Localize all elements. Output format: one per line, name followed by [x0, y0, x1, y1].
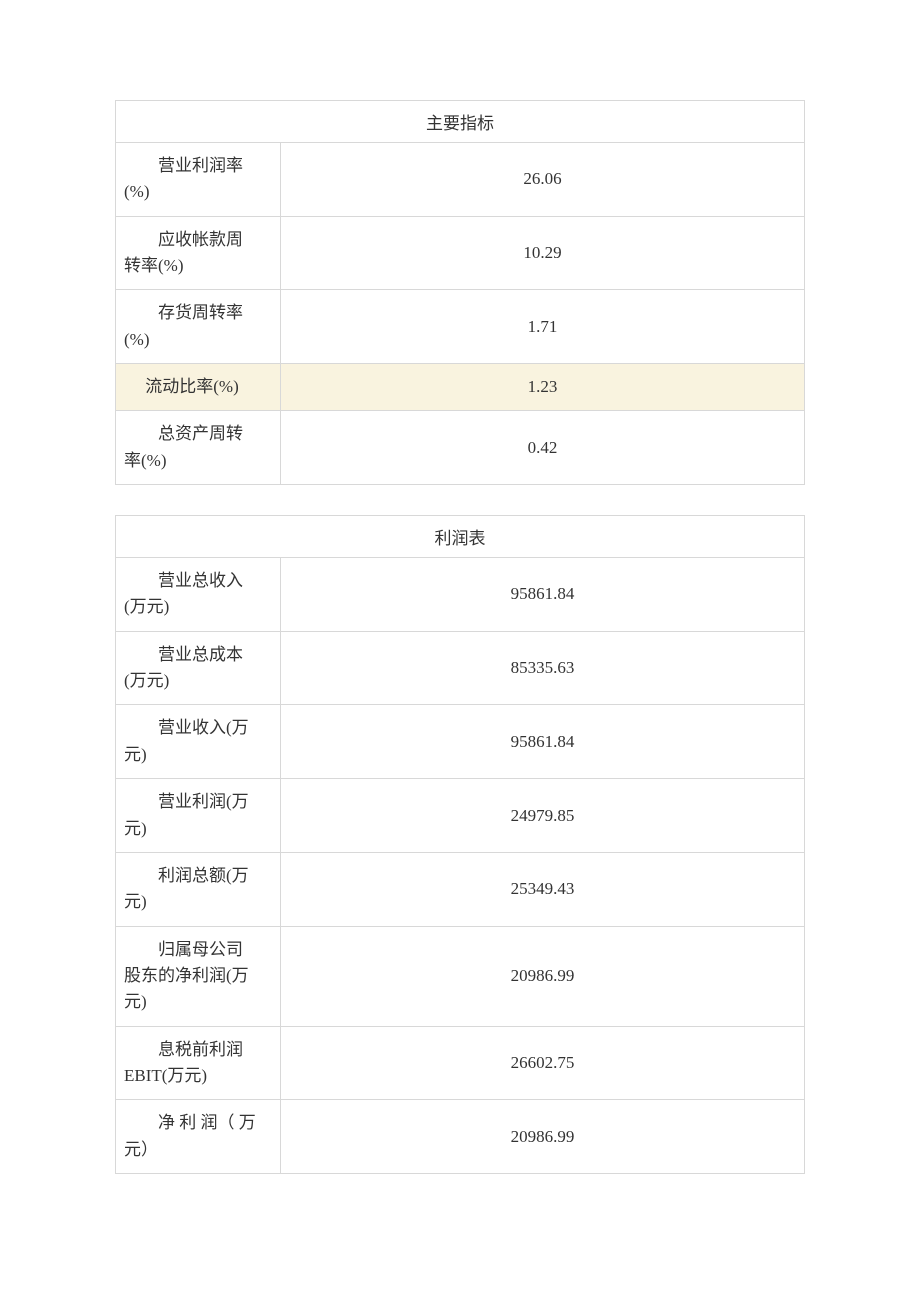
row-value: 25349.43	[281, 852, 805, 926]
row-value: 95861.84	[281, 705, 805, 779]
row-value: 26.06	[281, 143, 805, 217]
row-label: 息税前利润EBIT(万元)	[116, 1026, 281, 1100]
row-value: 1.71	[281, 290, 805, 364]
table-row: 营业总收入(万元)95861.84	[116, 558, 805, 632]
row-label: 营业收入(万元)	[116, 705, 281, 779]
table-row: 应收帐款周转率(%)10.29	[116, 216, 805, 290]
row-label: 营业利润率(%)	[116, 143, 281, 217]
table-title: 主要指标	[116, 101, 805, 143]
row-value: 95861.84	[281, 558, 805, 632]
table-row: 营业总成本(万元)85335.63	[116, 631, 805, 705]
row-label: 营业总成本(万元)	[116, 631, 281, 705]
row-value: 20986.99	[281, 1100, 805, 1174]
table-row: 净 利 润（ 万元）20986.99	[116, 1100, 805, 1174]
row-label: 归属母公司股东的净利润(万元)	[116, 926, 281, 1026]
row-value: 1.23	[281, 364, 805, 411]
row-value: 26602.75	[281, 1026, 805, 1100]
row-value: 24979.85	[281, 779, 805, 853]
row-value: 10.29	[281, 216, 805, 290]
table-row: 存货周转率(%)1.71	[116, 290, 805, 364]
income-statement-table: 利润表 营业总收入(万元)95861.84 营业总成本(万元)85335.63 …	[115, 515, 805, 1174]
table-row: 利润总额(万元)25349.43	[116, 852, 805, 926]
table-row: 归属母公司股东的净利润(万元)20986.99	[116, 926, 805, 1026]
row-value: 85335.63	[281, 631, 805, 705]
row-label: 营业总收入(万元)	[116, 558, 281, 632]
income-statement-table-container: 利润表 营业总收入(万元)95861.84 营业总成本(万元)85335.63 …	[115, 515, 805, 1174]
row-label: 营业利润(万元)	[116, 779, 281, 853]
table-row: 总资产周转率(%)0.42	[116, 411, 805, 485]
table-row: 营业利润率(%)26.06	[116, 143, 805, 217]
row-label: 净 利 润（ 万元）	[116, 1100, 281, 1174]
row-label: 存货周转率(%)	[116, 290, 281, 364]
row-label: 利润总额(万元)	[116, 852, 281, 926]
table1-body: 营业利润率(%)26.06 应收帐款周转率(%)10.29 存货周转率(%)1.…	[116, 143, 805, 485]
table-title: 利润表	[116, 516, 805, 558]
key-indicators-table-container: 主要指标 营业利润率(%)26.06 应收帐款周转率(%)10.29 存货周转率…	[115, 100, 805, 485]
key-indicators-table: 主要指标 营业利润率(%)26.06 应收帐款周转率(%)10.29 存货周转率…	[115, 100, 805, 485]
table-row: 流动比率(%)1.23	[116, 364, 805, 411]
row-label: 流动比率(%)	[116, 364, 281, 411]
table2-body: 营业总收入(万元)95861.84 营业总成本(万元)85335.63 营业收入…	[116, 558, 805, 1174]
row-label: 总资产周转率(%)	[116, 411, 281, 485]
row-value: 20986.99	[281, 926, 805, 1026]
table-row: 营业利润(万元)24979.85	[116, 779, 805, 853]
row-label: 应收帐款周转率(%)	[116, 216, 281, 290]
row-value: 0.42	[281, 411, 805, 485]
table-row: 息税前利润EBIT(万元)26602.75	[116, 1026, 805, 1100]
table-row: 营业收入(万元)95861.84	[116, 705, 805, 779]
